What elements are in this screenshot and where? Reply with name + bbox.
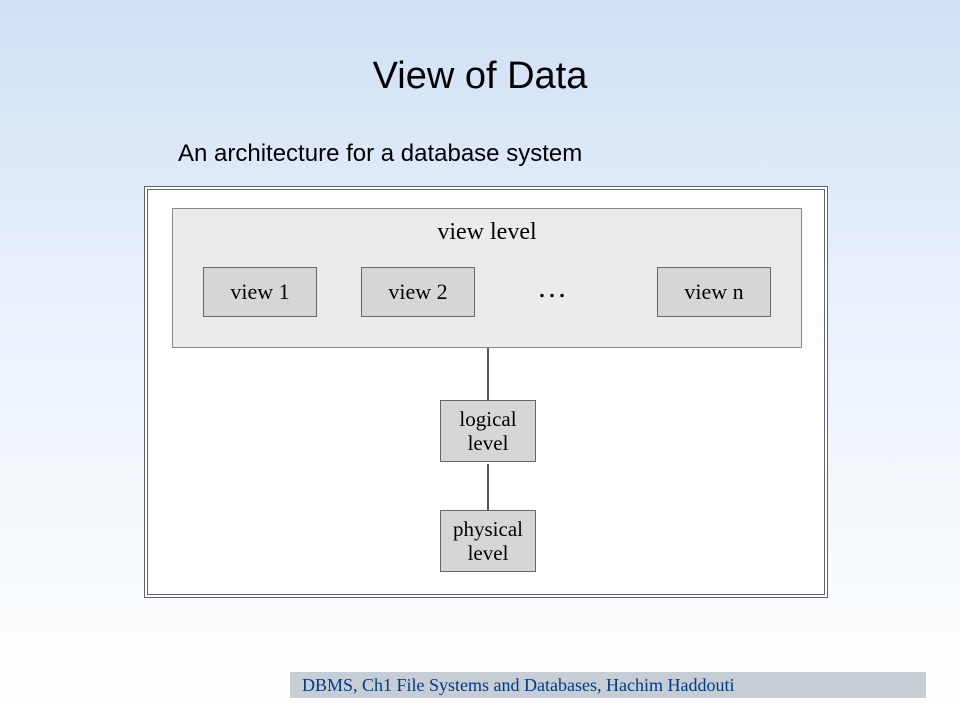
view-1-box: view 1 — [203, 267, 317, 317]
logical-level-box: logical level — [440, 400, 536, 462]
footer-text: DBMS, Ch1 File Systems and Databases, Ha… — [302, 675, 734, 696]
physical-level-box: physical level — [440, 510, 536, 572]
view-n-box: view n — [657, 267, 771, 317]
connector-top — [487, 348, 489, 400]
slide-subtitle: An architecture for a database system — [178, 140, 960, 168]
logical-line1: logical — [459, 407, 516, 431]
ellipsis-icon: … — [537, 271, 572, 305]
view-2-box: view 2 — [361, 267, 475, 317]
logical-line2: level — [468, 431, 509, 455]
slide-title: View of Data — [0, 0, 960, 98]
physical-line2: level — [468, 541, 509, 565]
diagram-frame: view level view 1 view 2 … view n logica… — [144, 186, 828, 598]
physical-line1: physical — [453, 517, 523, 541]
view-level-container: view level view 1 view 2 … view n — [172, 208, 802, 348]
connector-bottom — [487, 464, 489, 510]
view-level-label: view level — [437, 219, 536, 246]
